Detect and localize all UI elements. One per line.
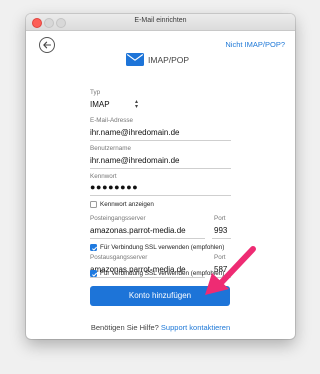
pw-label: Kennwort: [90, 173, 117, 180]
password-field[interactable]: ●●●●●●●●: [90, 182, 138, 192]
outgoing-server-underline: [90, 277, 205, 278]
incoming-ssl-checkbox[interactable]: [90, 244, 98, 251]
title-bar: E-Mail einrichten: [26, 14, 295, 31]
support-link[interactable]: Support kontaktieren: [161, 323, 230, 332]
incoming-port-field[interactable]: 993: [214, 226, 227, 235]
email-label: E-Mail-Adresse: [90, 117, 134, 124]
checkmark-icon: [92, 246, 98, 251]
incoming-server-label: Posteingangsserver: [90, 215, 146, 222]
envelope-icon: [126, 53, 144, 66]
show-password-checkbox[interactable]: [90, 201, 97, 208]
incoming-server-underline: [90, 238, 205, 239]
back-button[interactable]: [39, 37, 55, 53]
outgoing-server-label: Postausgangsserver: [90, 254, 148, 261]
typ-select[interactable]: IMAP ▴ ▾: [90, 99, 138, 111]
brand-label: IMAP/POP: [148, 55, 190, 65]
typ-label: Typ: [90, 89, 101, 96]
email-field[interactable]: ihr.name@ihredomain.de: [90, 128, 180, 137]
incoming-port-underline: [212, 238, 231, 239]
user-label: Benutzername: [90, 145, 131, 152]
help-row: Benötigen Sie Hilfe? Support kontaktiere…: [26, 323, 295, 332]
arrow-left-icon: [43, 41, 52, 49]
incoming-server-field[interactable]: amazonas.parrot-media.de: [90, 226, 186, 235]
window-title: E-Mail einrichten: [134, 17, 187, 24]
stepper-icon: ▴ ▾: [134, 99, 138, 110]
checkmark-icon: [92, 272, 98, 277]
typ-value: IMAP: [90, 100, 110, 109]
pointer-arrow-icon: [205, 246, 256, 295]
incoming-port-label: Port: [214, 215, 226, 222]
username-field[interactable]: ihr.name@ihredomain.de: [90, 156, 180, 165]
help-text: Benötigen Sie Hilfe?: [90, 323, 159, 332]
not-imap-pop-link[interactable]: Nicht IMAP/POP?: [225, 40, 285, 49]
username-underline: [90, 168, 231, 169]
password-underline: [90, 195, 231, 196]
show-password-label: Kennwort anzeigen: [100, 201, 154, 208]
outgoing-ssl-checkbox[interactable]: [90, 270, 98, 277]
email-underline: [90, 140, 231, 141]
